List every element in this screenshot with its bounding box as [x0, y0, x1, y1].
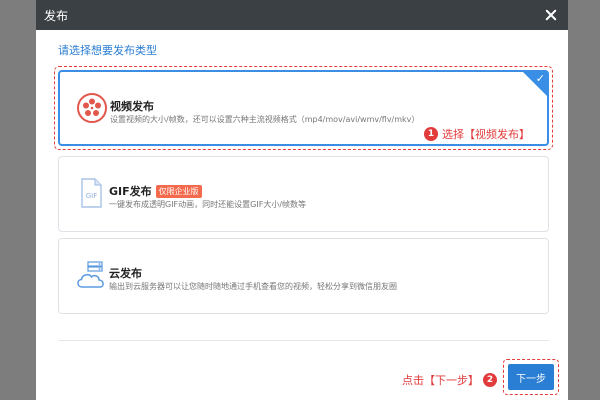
option-title-text: GIF发布: [109, 185, 152, 198]
dialog-titlebar: 发布: [36, 0, 568, 30]
check-icon: ✓: [535, 72, 545, 85]
step-number-badge: 2: [483, 373, 497, 387]
annotation-step1-text: 选择【视频发布】: [442, 128, 530, 141]
step-number-badge: 1: [424, 127, 438, 141]
dialog-title: 发布: [44, 8, 69, 23]
option-title: GIF发布 仅限企业版: [109, 183, 202, 199]
option-description: 一键发布成透明GIF动画，同时还能设置GIF大小/帧数等: [109, 200, 307, 209]
publish-type-prompt: 请选择想要发布类型: [58, 44, 157, 57]
option-description: 设置视频的大小/帧数，还可以设置六种主流视频格式（mp4/mov/avi/wmv…: [110, 115, 420, 124]
gif-file-icon: GIF: [81, 178, 102, 208]
film-reel-icon: [77, 93, 107, 123]
option-description: 输出到云服务器可以让您随时随地通过手机查看您的视频，轻松分享到微信朋友圈: [109, 282, 397, 291]
option-gif-publish[interactable]: GIF GIF发布 仅限企业版 一键发布成透明GIF动画，同时还能设置GIF大小/…: [58, 156, 549, 232]
close-icon[interactable]: [543, 7, 559, 23]
footer-divider: [58, 340, 549, 341]
cloud-server-icon: [77, 261, 104, 288]
svg-text:GIF: GIF: [86, 192, 98, 200]
option-cloud-publish[interactable]: 云发布 输出到云服务器可以让您随时随地通过手机查看您的视频，轻松分享到微信朋友圈: [58, 238, 549, 314]
publish-dialog: 发布 请选择想要发布类型 视频发布 设置视频的大小/帧数，还可以设置六种主流视频…: [36, 0, 568, 400]
annotation-step2-text: 点击【下一步】: [402, 374, 479, 387]
next-step-button[interactable]: 下一步: [508, 364, 554, 390]
enterprise-only-badge: 仅限企业版: [155, 185, 202, 198]
annotation-step2: 点击【下一步】 2: [402, 372, 497, 388]
option-title: 视频发布: [110, 100, 154, 113]
annotation-step1: 1 选择【视频发布】: [424, 126, 530, 142]
option-title: 云发布: [109, 267, 142, 280]
